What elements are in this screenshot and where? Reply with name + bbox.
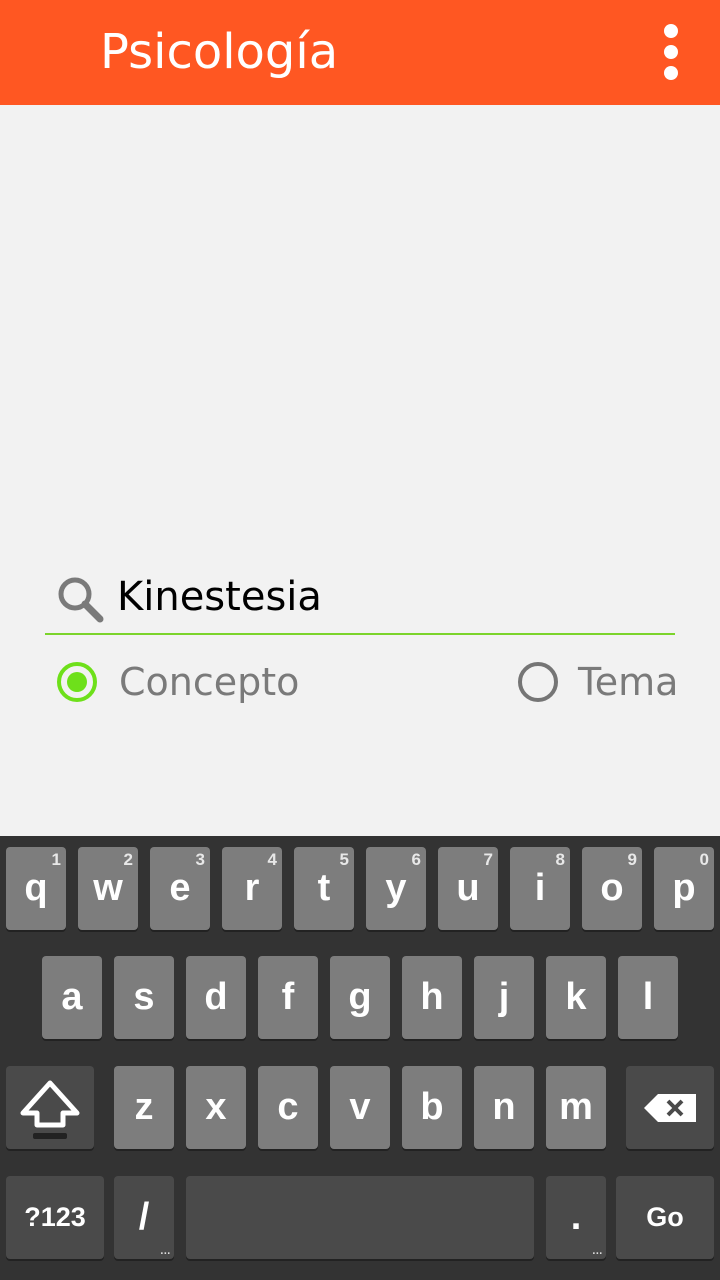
key-q[interactable]: q1 <box>6 847 66 930</box>
key-s[interactable]: s <box>114 956 174 1039</box>
shift-key[interactable] <box>6 1066 94 1149</box>
key-y[interactable]: y6 <box>366 847 426 930</box>
search-icon <box>58 577 104 623</box>
key-a[interactable]: a <box>42 956 102 1039</box>
key-b[interactable]: b <box>402 1066 462 1149</box>
symbols-key[interactable]: ?123 <box>6 1176 104 1259</box>
key-w[interactable]: w2 <box>78 847 138 930</box>
more-vert-icon[interactable] <box>646 18 696 86</box>
shift-icon <box>20 1080 80 1139</box>
app-bar: Psicología <box>0 0 720 105</box>
key-e[interactable]: e3 <box>150 847 210 930</box>
key-f[interactable]: f <box>258 956 318 1039</box>
key-r[interactable]: r4 <box>222 847 282 930</box>
key-o[interactable]: o9 <box>582 847 642 930</box>
backspace-icon <box>644 1093 696 1122</box>
key-n[interactable]: n <box>474 1066 534 1149</box>
space-key[interactable] <box>186 1176 534 1259</box>
key-x[interactable]: x <box>186 1066 246 1149</box>
search-input[interactable] <box>117 560 657 634</box>
backspace-key[interactable] <box>626 1066 714 1149</box>
radio-label-tema: Tema <box>578 660 679 704</box>
key-j[interactable]: j <box>474 956 534 1039</box>
key-k[interactable]: k <box>546 956 606 1039</box>
app-title: Psicología <box>100 24 339 80</box>
radio-checked-icon[interactable] <box>57 662 97 702</box>
search-row <box>45 560 675 636</box>
search-underline <box>45 633 675 635</box>
key-m[interactable]: m <box>546 1066 606 1149</box>
key-g[interactable]: g <box>330 956 390 1039</box>
key-v[interactable]: v <box>330 1066 390 1149</box>
slash-key[interactable]: /... <box>114 1176 174 1259</box>
radio-concepto[interactable]: Concepto <box>57 656 299 708</box>
key-z[interactable]: z <box>114 1066 174 1149</box>
go-key[interactable]: Go <box>616 1176 714 1259</box>
key-c[interactable]: c <box>258 1066 318 1149</box>
soft-keyboard: q1 w2 e3 r4 t5 y6 u7 i8 o9 p0 a s d f g … <box>0 836 720 1280</box>
radio-tema[interactable]: Tema <box>518 656 678 708</box>
radio-unchecked-icon[interactable] <box>518 662 558 702</box>
period-key[interactable]: .... <box>546 1176 606 1259</box>
key-d[interactable]: d <box>186 956 246 1039</box>
radio-label-concepto: Concepto <box>119 660 300 704</box>
key-t[interactable]: t5 <box>294 847 354 930</box>
key-p[interactable]: p0 <box>654 847 714 930</box>
key-u[interactable]: u7 <box>438 847 498 930</box>
key-i[interactable]: i8 <box>510 847 570 930</box>
key-h[interactable]: h <box>402 956 462 1039</box>
key-l[interactable]: l <box>618 956 678 1039</box>
